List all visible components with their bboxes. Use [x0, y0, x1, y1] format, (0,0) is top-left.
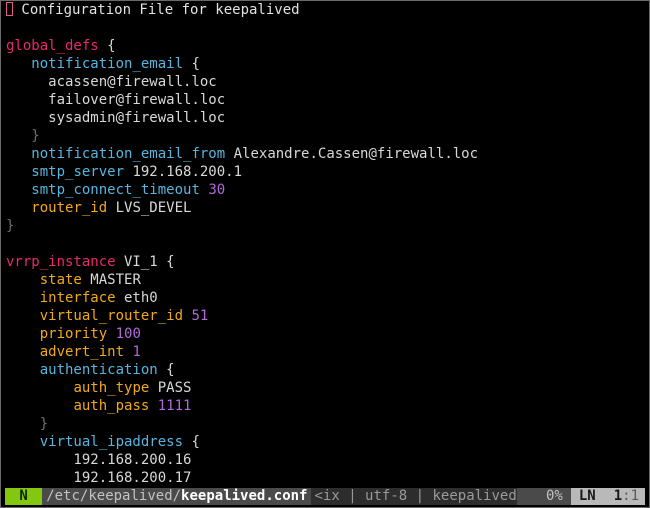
code-line[interactable]: virtual_router_id 51	[6, 307, 647, 325]
token-number: 1111	[157, 398, 192, 414]
token-number: 51	[191, 308, 209, 324]
code-line[interactable]: vrrp_instance VI_1 {	[6, 253, 647, 271]
code-line[interactable]	[6, 19, 647, 37]
token-brace: }	[6, 218, 15, 234]
code-line[interactable]: }	[6, 127, 647, 145]
token-keyword: advert_int	[39, 344, 125, 360]
token-keyword: router_id	[31, 200, 108, 216]
code-line[interactable]: smtp_server 192.168.200.1	[6, 163, 647, 181]
cursor-line: 1	[613, 488, 623, 504]
token-text: {	[183, 434, 200, 450]
file-name: keepalived.conf	[181, 488, 308, 504]
token-number: 30	[208, 182, 226, 198]
token-option: smtp_connect_timeout	[31, 182, 200, 198]
token-text: {	[183, 56, 200, 72]
code-line[interactable]: 192.168.200.17	[6, 469, 647, 487]
token-option: virtual_ipaddress	[39, 434, 184, 450]
token-text: {	[157, 362, 175, 378]
code-line[interactable]: notification_email {	[6, 55, 647, 73]
token-keyword: virtual_router_id	[39, 308, 184, 324]
token-keyword: auth_pass	[73, 398, 150, 414]
code-line[interactable]: router_id LVS_DEVEL	[6, 199, 647, 217]
file-path: /etc/keepalived/keepalived.conf	[42, 488, 312, 505]
code-line[interactable]: state MASTER	[6, 271, 647, 289]
code-line[interactable]: }	[6, 415, 647, 433]
cursor-position: 1:1	[603, 488, 645, 505]
token-text: 192.168.200.1	[124, 164, 243, 180]
token-keyword: interface	[39, 290, 116, 306]
token-text: 192.168.200.17	[6, 470, 192, 486]
token-option: authentication	[39, 362, 158, 378]
token-comment: Configuration File for keepalived	[13, 2, 300, 18]
code-line[interactable]: priority 100	[6, 325, 647, 343]
scroll-percent: 0%	[516, 488, 571, 505]
token-number: 100	[115, 326, 141, 342]
token-section: global_defs	[6, 38, 99, 54]
token-text: sysadmin@firewall.loc	[6, 110, 226, 126]
file-info: <ix | utf-8 | keepalived	[311, 488, 517, 505]
code-line[interactable]: 192.168.200.16	[6, 451, 647, 469]
code-line[interactable]: auth_pass 1111	[6, 397, 647, 415]
token-option: notification_email	[31, 56, 184, 72]
token-keyword: auth_type	[73, 380, 150, 396]
mode-indicator: N	[5, 488, 43, 505]
code-line[interactable]: sysadmin@firewall.loc	[6, 109, 647, 127]
code-line[interactable]: Configuration File for keepalived	[6, 1, 647, 19]
vim-editor-window[interactable]: Configuration File for keepalived global_…	[0, 0, 650, 508]
code-line[interactable]	[6, 235, 647, 253]
token-text: LVS_DEVEL	[107, 200, 192, 216]
code-line[interactable]: smtp_connect_timeout 30	[6, 181, 647, 199]
token-text: eth0	[115, 290, 158, 306]
code-line[interactable]: global_defs {	[6, 37, 647, 55]
status-line: N /etc/keepalived/keepalived.conf <ix | …	[5, 488, 645, 505]
code-line[interactable]: interface eth0	[6, 289, 647, 307]
code-line[interactable]: advert_int 1	[6, 343, 647, 361]
token-section: vrrp_instance	[6, 254, 116, 270]
token-text: failover@firewall.loc	[6, 92, 226, 108]
token-keyword: state	[39, 272, 82, 288]
code-line[interactable]: virtual_ipaddress {	[6, 433, 647, 451]
file-directory: /etc/keepalived/	[46, 488, 182, 504]
text-buffer[interactable]: Configuration File for keepalived global_…	[6, 1, 647, 487]
token-keyword: priority	[39, 326, 108, 342]
token-text: MASTER	[81, 272, 141, 288]
token-text: {	[98, 38, 116, 54]
token-text: 192.168.200.16	[6, 452, 192, 468]
token-text: acassen@firewall.loc	[6, 74, 217, 90]
cursor-column: 1	[630, 488, 639, 504]
token-text: VI_1 {	[115, 254, 175, 270]
token-text: PASS	[149, 380, 192, 396]
cursor-col-separator: :	[622, 488, 631, 504]
code-line[interactable]: failover@firewall.loc	[6, 91, 647, 109]
code-line[interactable]: }	[6, 217, 647, 235]
text-cursor	[6, 2, 13, 16]
token-option: notification_email_from	[31, 146, 226, 162]
token-option: smtp_server	[31, 164, 125, 180]
token-text: Alexandre.Cassen@firewall.loc	[225, 146, 479, 162]
token-number: 1	[132, 344, 141, 360]
line-number-label: LN	[570, 488, 604, 505]
code-line[interactable]: authentication {	[6, 361, 647, 379]
code-line[interactable]: auth_type PASS	[6, 379, 647, 397]
token-brace: }	[6, 416, 49, 432]
token-brace: }	[6, 128, 40, 144]
code-line[interactable]: acassen@firewall.loc	[6, 73, 647, 91]
code-line[interactable]: notification_email_from Alexandre.Cassen…	[6, 145, 647, 163]
